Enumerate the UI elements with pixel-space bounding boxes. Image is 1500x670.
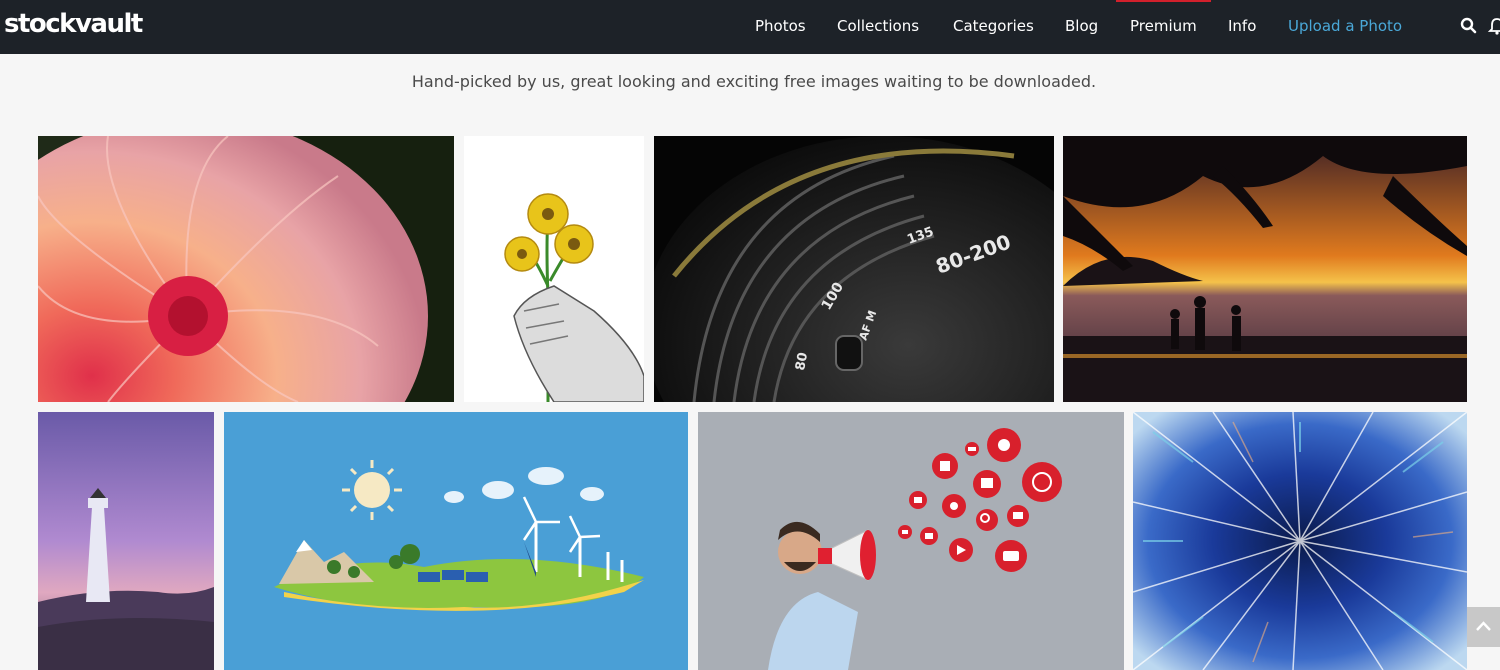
photo-dahlia-flower[interactable] (38, 136, 454, 402)
nav-upload-photo[interactable]: Upload a Photo (1288, 17, 1402, 35)
search-icon[interactable] (1459, 16, 1479, 36)
nav-info[interactable]: Info (1228, 17, 1256, 35)
nav-blog[interactable]: Blog (1065, 17, 1098, 35)
chevron-up-icon (1476, 621, 1491, 631)
photo-wind-turbines-illustration[interactable] (224, 412, 688, 670)
site-logo[interactable]: stockvault (4, 9, 143, 39)
nav-premium[interactable]: Premium (1130, 17, 1197, 35)
photo-hand-holding-flowers[interactable] (464, 136, 644, 402)
premium-accent-bar (1116, 0, 1211, 2)
nav-collections[interactable]: Collections (837, 17, 919, 35)
lens-mark-80: 80 (793, 351, 811, 371)
photo-camera-lens[interactable]: 80-200 135 100 80 AF M (654, 136, 1054, 402)
photo-lighthouse[interactable] (38, 412, 214, 670)
scroll-to-top-button[interactable] (1467, 607, 1500, 647)
nav-photos[interactable]: Photos (755, 17, 806, 35)
top-nav-bar: stockvault Photos Collections Categories… (0, 0, 1500, 54)
photo-beach-sunset[interactable] (1063, 136, 1467, 402)
photo-man-with-megaphone[interactable] (698, 412, 1124, 670)
bell-icon[interactable] (1487, 16, 1500, 36)
photo-blue-burst-abstract[interactable] (1133, 412, 1467, 670)
page-tagline: Hand-picked by us, great looking and exc… (411, 72, 1097, 91)
nav-categories[interactable]: Categories (953, 17, 1034, 35)
